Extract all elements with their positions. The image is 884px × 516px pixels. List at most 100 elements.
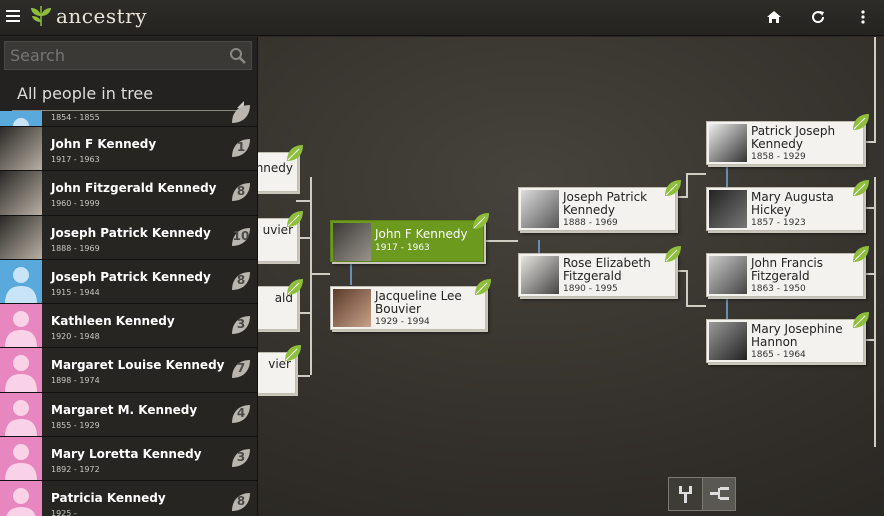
hint-leaf-icon[interactable] — [285, 143, 305, 163]
person-photo — [521, 190, 559, 228]
person-dates: 1858 - 1929 — [751, 152, 806, 162]
hint-leaf-icon[interactable] — [851, 244, 871, 264]
hint-count: 8 — [236, 494, 246, 509]
person-name: Patrick Joseph Kennedy — [751, 124, 836, 151]
person-name: Margaret M. Kennedy — [51, 402, 198, 417]
avatar — [0, 111, 42, 126]
hint-count: 3 — [236, 317, 246, 332]
person-list-item[interactable]: 1854 - 1855 — [0, 105, 257, 127]
paternal-grandmother-card[interactable]: Mary Augusta Hickey 1857 - 1923 — [706, 180, 869, 231]
home-icon[interactable] — [766, 9, 782, 25]
person-name: Rose Elizabeth Fitzgerald — [563, 256, 651, 283]
person-dates: 1925 - — [51, 509, 77, 516]
person-name: Mary Loretta Kennedy — [51, 447, 202, 462]
person-dates: 1929 - 1994 — [375, 317, 430, 327]
hint-leaf-icon[interactable]: 3 — [230, 314, 252, 336]
person-dates: 1855 - 1929 — [51, 420, 100, 430]
search-field[interactable] — [4, 41, 252, 70]
child-name: nnedy — [255, 161, 293, 175]
person-list-item[interactable]: John Fitzgerald Kennedy 1960 - 1999 8 — [0, 171, 257, 216]
connector-line — [296, 375, 310, 377]
hint-leaf-icon[interactable] — [851, 178, 871, 198]
hint-leaf-icon[interactable] — [283, 343, 303, 363]
hint-leaf-icon[interactable] — [285, 277, 305, 297]
maternal-grandmother-card[interactable]: Mary Josephine Hannon 1865 - 1964 — [706, 312, 869, 363]
hint-count: 3 — [236, 450, 246, 465]
person-photo — [709, 124, 747, 162]
hint-count: 7 — [236, 361, 246, 376]
spouse-card[interactable]: Jacqueline Lee Bouvier 1929 - 1994 — [330, 279, 491, 330]
person-list-item[interactable]: Joseph Patrick Kennedy 1888 - 1969 10 — [0, 215, 257, 260]
hint-leaf-icon[interactable] — [663, 244, 683, 264]
pedigree-view-button[interactable] — [702, 478, 735, 510]
hint-leaf-icon[interactable] — [471, 211, 491, 231]
avatar — [0, 392, 42, 437]
person-dates: 1888 - 1969 — [563, 218, 618, 228]
person-list-item[interactable]: Patricia Kennedy 1925 - 8 — [0, 481, 257, 516]
person-name: Mary Augusta Hickey — [751, 190, 834, 217]
app-name: ancestry — [56, 4, 148, 28]
person-list-item[interactable]: Kathleen Kennedy 1920 - 1948 3 — [0, 304, 257, 349]
father-card[interactable]: Joseph Patrick Kennedy 1888 - 1969 — [518, 180, 681, 231]
maternal-grandfather-card[interactable]: John Francis Fitzgerald 1863 - 1950 — [706, 246, 869, 297]
person-dates: 1854 - 1855 — [51, 113, 100, 122]
hint-leaf-icon[interactable] — [663, 178, 683, 198]
person-dates: 1857 - 1923 — [751, 218, 806, 228]
hint-leaf-icon[interactable] — [851, 310, 871, 330]
person-list-item[interactable]: Margaret Louise Kennedy 1898 - 1974 7 — [0, 348, 257, 393]
menu-icon[interactable] — [6, 10, 20, 22]
person-dates: 1892 - 1972 — [51, 465, 100, 475]
search-icon[interactable] — [229, 47, 247, 65]
hint-leaf-icon[interactable]: 3 — [230, 447, 252, 469]
person-list-item[interactable]: John F Kennedy 1917 - 1963 1 — [0, 127, 257, 172]
hint-leaf-icon[interactable]: 7 — [230, 358, 252, 380]
hint-leaf-icon[interactable] — [473, 277, 493, 297]
hint-leaf-icon[interactable] — [230, 103, 252, 125]
person-name: Patricia Kennedy — [51, 491, 166, 506]
connector-line — [864, 273, 876, 275]
pedigree-view-icon — [710, 487, 729, 500]
person-photo — [333, 223, 371, 261]
people-filter-dropdown[interactable]: All people in tree — [12, 83, 246, 111]
person-name: John Fitzgerald Kennedy — [51, 181, 217, 196]
paternal-grandfather-card[interactable]: Patrick Joseph Kennedy 1858 - 1929 — [706, 114, 869, 165]
couple-link-line — [350, 263, 352, 285]
search-input[interactable] — [5, 42, 251, 69]
hint-leaf-icon[interactable]: 8 — [230, 270, 252, 292]
app-logo: ancestry — [28, 4, 147, 28]
person-name: Joseph Patrick Kennedy — [51, 225, 211, 240]
connector-line — [686, 173, 706, 175]
person-name: John F Kennedy — [51, 137, 157, 151]
more-vert-icon[interactable] — [855, 9, 871, 25]
people-list: 1854 - 1855 John F Kennedy 1917 - 1963 1 Joh… — [0, 105, 257, 516]
person-dates: 1898 - 1974 — [51, 376, 100, 386]
filter-label: All people in tree — [17, 84, 154, 103]
hint-count: 4 — [236, 405, 246, 420]
person-list-item[interactable]: Mary Loretta Kennedy 1892 - 1972 3 — [0, 437, 257, 482]
person-photo — [521, 256, 559, 294]
person-dates: 1960 - 1999 — [51, 199, 100, 209]
hint-leaf-icon[interactable] — [285, 209, 305, 229]
hint-leaf-icon[interactable]: 8 — [230, 491, 252, 513]
person-photo — [709, 322, 747, 360]
refresh-icon[interactable] — [810, 9, 826, 25]
avatar — [0, 348, 42, 392]
hint-leaf-icon[interactable] — [851, 112, 871, 132]
hint-leaf-icon[interactable]: 8 — [230, 181, 252, 203]
avatar — [0, 437, 42, 481]
family-view-button[interactable] — [669, 478, 702, 510]
tree-view-toggle — [668, 477, 736, 511]
hint-leaf-icon[interactable]: 10 — [230, 226, 252, 248]
connector-line — [874, 177, 876, 447]
hint-leaf-icon[interactable]: 4 — [230, 403, 252, 425]
person-photo — [333, 289, 371, 327]
person-list-item[interactable]: Joseph Patrick Kennedy 1915 - 1944 8 — [0, 259, 257, 305]
connector-line — [864, 339, 876, 341]
hint-leaf-icon[interactable]: 1 — [230, 137, 252, 159]
person-list-item[interactable]: Margaret M. Kennedy 1855 - 1929 4 — [0, 392, 257, 438]
mother-card[interactable]: Rose Elizabeth Fitzgerald 1890 - 1995 — [518, 246, 681, 297]
connector-line — [686, 305, 706, 307]
focus-person-card[interactable]: John F Kennedy 1917 - 1963 — [330, 213, 489, 262]
connector-line — [484, 240, 518, 242]
avatar — [0, 481, 42, 516]
